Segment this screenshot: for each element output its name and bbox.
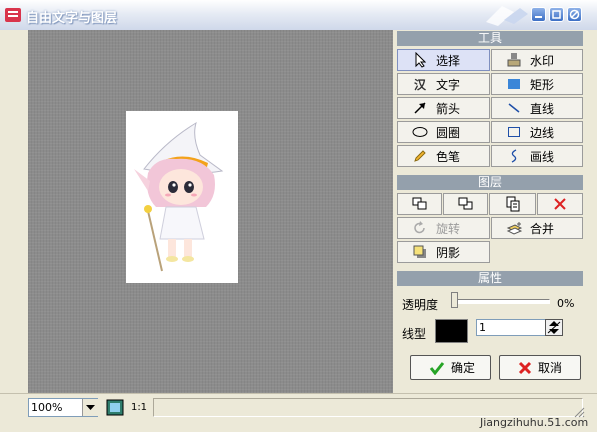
stamp-icon xyxy=(506,52,522,68)
rotate-button[interactable]: 旋转 xyxy=(397,217,490,239)
pencil-icon xyxy=(412,148,428,164)
line-width-input[interactable]: 1 xyxy=(476,319,546,336)
bring-forward-button[interactable] xyxy=(397,193,442,215)
delete-icon xyxy=(554,198,566,210)
watermark-text: Jiangzihuhu.51.com xyxy=(480,416,589,429)
merge-icon xyxy=(506,220,522,236)
resize-grip-icon[interactable] xyxy=(573,406,585,418)
close-icon xyxy=(569,9,580,20)
tool-label: 圆圈 xyxy=(436,125,461,140)
text-icon: 汉 xyxy=(413,77,426,92)
tools-header: 工具 xyxy=(397,31,583,46)
status-field xyxy=(153,398,583,417)
shadow-label: 阴影 xyxy=(436,245,461,260)
character-illustration xyxy=(134,121,224,272)
tool-curve-button[interactable]: 画线 xyxy=(491,145,583,167)
copy-icon xyxy=(506,196,519,212)
border-icon xyxy=(506,124,522,140)
tool-watermark-button[interactable]: 水印 xyxy=(491,49,583,71)
tool-label: 文字 xyxy=(436,77,461,92)
opacity-label: 透明度 xyxy=(402,298,439,312)
tool-ellipse-button[interactable]: 圆圈 xyxy=(397,121,490,143)
left-margin xyxy=(0,30,28,393)
tool-select-button[interactable]: 选择 xyxy=(397,49,490,71)
tool-label: 选择 xyxy=(436,53,461,68)
app-icon xyxy=(5,8,21,22)
rotate-icon xyxy=(412,220,428,236)
tool-label: 画线 xyxy=(530,149,555,164)
tool-label: 直线 xyxy=(530,101,555,116)
window-title: 自由文字与图层 xyxy=(26,11,118,26)
bring-forward-icon xyxy=(412,197,426,210)
tool-rectangle-button[interactable]: 矩形 xyxy=(491,73,583,95)
tool-text-button[interactable]: 汉 文字 xyxy=(397,73,490,95)
opacity-slider-track[interactable] xyxy=(455,299,550,304)
maximize-button[interactable] xyxy=(549,7,564,22)
linetype-label: 线型 xyxy=(402,327,427,341)
zoom-dropdown-button[interactable] xyxy=(82,399,98,416)
maximize-icon xyxy=(552,10,561,19)
tool-label: 色笔 xyxy=(436,149,461,164)
rectangle-fill-icon xyxy=(506,76,522,92)
shadow-button[interactable]: 阴影 xyxy=(397,241,490,263)
color-swatch[interactable] xyxy=(435,319,468,343)
line-width-spinner[interactable] xyxy=(545,319,563,336)
layers-header: 图层 xyxy=(397,175,583,190)
x-icon xyxy=(518,361,532,375)
title-decoration xyxy=(486,6,528,26)
tool-border-button[interactable]: 边线 xyxy=(491,121,583,143)
cursor-icon xyxy=(412,52,428,68)
ok-button[interactable]: 确定 xyxy=(410,355,491,380)
curve-icon xyxy=(506,148,522,164)
cancel-button[interactable]: 取消 xyxy=(499,355,581,380)
actual-size-button[interactable]: 1:1 xyxy=(129,398,149,417)
rotate-label: 旋转 xyxy=(436,221,461,236)
tool-label: 箭头 xyxy=(436,101,461,116)
tool-line-button[interactable]: 直线 xyxy=(491,97,583,119)
merge-label: 合并 xyxy=(530,221,555,236)
tool-label: 矩形 xyxy=(530,77,555,92)
line-icon xyxy=(506,100,522,116)
chevron-down-icon xyxy=(86,404,95,410)
opacity-value: 0% xyxy=(557,297,575,310)
tool-label: 边线 xyxy=(530,125,555,140)
send-backward-button[interactable] xyxy=(443,193,488,215)
fit-window-icon xyxy=(106,399,124,416)
delete-layer-button[interactable] xyxy=(537,193,583,215)
tool-pencil-button[interactable]: 色笔 xyxy=(397,145,490,167)
opacity-slider-thumb[interactable] xyxy=(451,292,458,308)
cancel-label: 取消 xyxy=(538,361,563,375)
send-backward-icon xyxy=(458,197,472,210)
close-button[interactable] xyxy=(567,7,582,22)
copy-layer-button[interactable] xyxy=(489,193,536,215)
ellipse-icon xyxy=(412,124,428,140)
minimize-icon xyxy=(535,16,542,18)
fit-window-button[interactable] xyxy=(105,398,125,417)
arrow-icon xyxy=(412,100,428,116)
tool-arrow-button[interactable]: 箭头 xyxy=(397,97,490,119)
ok-label: 确定 xyxy=(451,361,476,375)
tool-label: 水印 xyxy=(530,53,555,68)
shadow-icon xyxy=(412,244,428,260)
check-icon xyxy=(429,361,445,375)
spinner-icon xyxy=(547,321,561,334)
merge-button[interactable]: 合并 xyxy=(491,217,583,239)
properties-header: 属性 xyxy=(397,271,583,286)
image-preview[interactable] xyxy=(126,111,238,283)
minimize-button[interactable] xyxy=(531,7,546,22)
